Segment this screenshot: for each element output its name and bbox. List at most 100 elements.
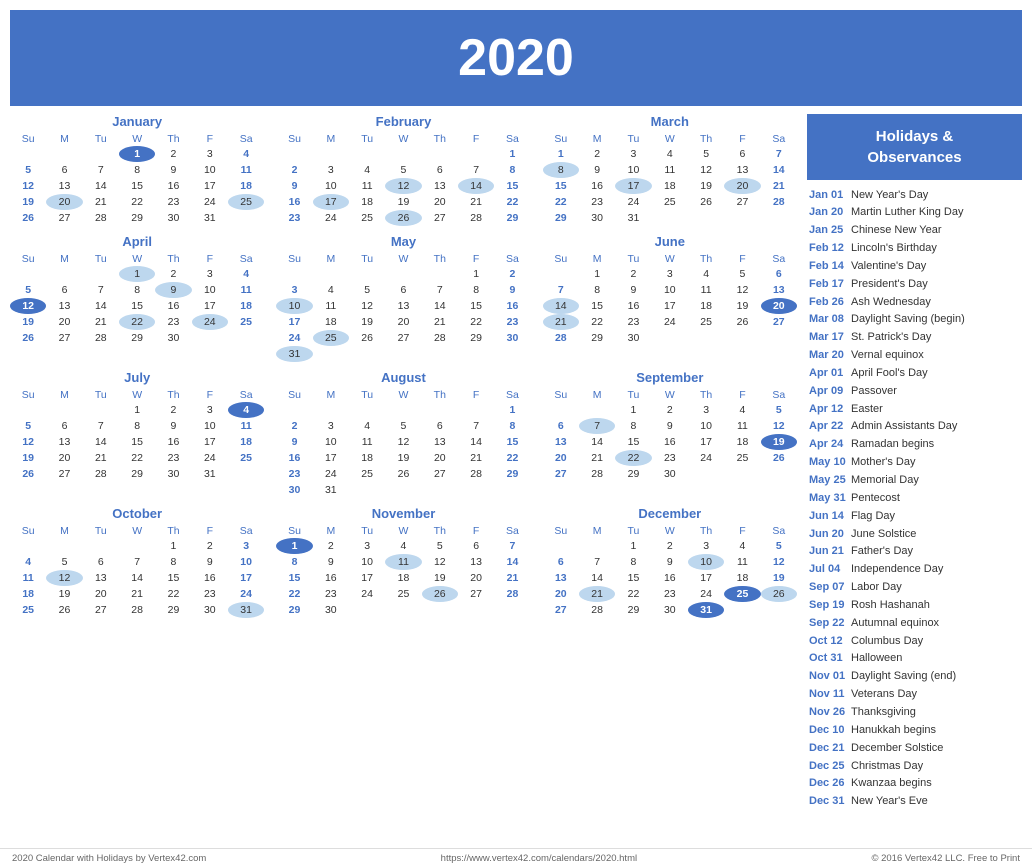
- day-header-f: F: [192, 388, 228, 402]
- day-header-tu: Tu: [83, 132, 119, 146]
- calendar-day: 27: [761, 314, 797, 330]
- day-header-th: Th: [155, 252, 191, 266]
- month-title-january: January: [10, 114, 264, 129]
- calendar-day: 21: [579, 586, 615, 602]
- holiday-date: May 10: [809, 455, 847, 470]
- year-header: 2020: [10, 10, 1022, 106]
- calendar-day: 2: [494, 266, 530, 282]
- holiday-date: Jun 21: [809, 544, 847, 559]
- holiday-item: Jan 20Martin Luther King Day: [807, 204, 1022, 222]
- calendar-day: 16: [652, 570, 688, 586]
- calendar-day: 25: [228, 450, 264, 466]
- day-header-su: Su: [543, 252, 579, 266]
- holiday-date: Dec 31: [809, 794, 847, 809]
- calendar-day: 3: [313, 162, 349, 178]
- calendar-day: [10, 146, 46, 162]
- calendar-day: 5: [688, 146, 724, 162]
- calendar-day: 25: [688, 314, 724, 330]
- calendar-section: January SuMTuWThFSa1234567891011121314151…: [10, 106, 807, 844]
- calendar-day: 6: [422, 162, 458, 178]
- calendar-day: [276, 146, 312, 162]
- calendar-day: 23: [615, 314, 651, 330]
- calendar-day: 31: [192, 210, 228, 226]
- holiday-item: Nov 01Daylight Saving (end): [807, 668, 1022, 686]
- calendar-day: 17: [688, 434, 724, 450]
- holiday-name: Halloween: [851, 651, 902, 666]
- calendar-day: [688, 330, 724, 346]
- calendar-day: 26: [761, 586, 797, 602]
- calendar-day: 31: [313, 482, 349, 498]
- calendar-day: 22: [543, 194, 579, 210]
- calendar-day: 24: [652, 314, 688, 330]
- calendar-day: 15: [458, 298, 494, 314]
- calendar-day: 21: [83, 314, 119, 330]
- calendar-day: 30: [652, 466, 688, 482]
- calendar-day: [313, 146, 349, 162]
- calendar-day: [83, 538, 119, 554]
- holiday-name: Veterans Day: [851, 687, 917, 702]
- calendar-day: 7: [579, 418, 615, 434]
- calendar-day: 21: [543, 314, 579, 330]
- calendar-day: 27: [458, 586, 494, 602]
- calendar-day: 28: [422, 330, 458, 346]
- calendar-day: 18: [228, 298, 264, 314]
- day-header-th: Th: [155, 388, 191, 402]
- calendar-day: [761, 330, 797, 346]
- calendar-day: 28: [458, 466, 494, 482]
- holidays-header: Holidays &Observances: [807, 114, 1022, 180]
- calendar-day: 15: [494, 178, 530, 194]
- calendar-day: 9: [276, 178, 312, 194]
- calendar-day: 24: [228, 586, 264, 602]
- calendar-day: 12: [46, 570, 82, 586]
- calendar-day: 6: [458, 538, 494, 554]
- calendar-day: 11: [349, 434, 385, 450]
- calendar-day: [46, 538, 82, 554]
- holiday-name: Ash Wednesday: [851, 295, 931, 310]
- holiday-date: Sep 22: [809, 616, 847, 631]
- holiday-name: Thanksgiving: [851, 705, 916, 720]
- calendar-day: 24: [192, 314, 228, 330]
- calendar-day: 17: [313, 450, 349, 466]
- calendar-day: 4: [10, 554, 46, 570]
- calendar-day: 13: [46, 178, 82, 194]
- holiday-date: Apr 22: [809, 419, 847, 434]
- holiday-name: New Year's Eve: [851, 794, 928, 809]
- calendar-day: 7: [422, 282, 458, 298]
- calendar-day: 27: [83, 602, 119, 618]
- calendar-day: 13: [458, 554, 494, 570]
- calendar-day: 26: [10, 466, 46, 482]
- holiday-item: Mar 08Daylight Saving (begin): [807, 311, 1022, 329]
- day-header-tu: Tu: [615, 388, 651, 402]
- calendar-day: [579, 538, 615, 554]
- calendar-day: [579, 402, 615, 418]
- calendar-day: [46, 402, 82, 418]
- holiday-item: Apr 24Ramadan begins: [807, 436, 1022, 454]
- holiday-item: Jan 01New Year's Day: [807, 186, 1022, 204]
- month-title-august: August: [276, 370, 530, 385]
- day-header-sa: Sa: [761, 524, 797, 538]
- calendar-day: 31: [615, 210, 651, 226]
- calendar-day: 31: [276, 346, 312, 362]
- day-header-w: W: [652, 132, 688, 146]
- calendar-day: 11: [228, 282, 264, 298]
- month-title-may: May: [276, 234, 530, 249]
- calendar-day: 29: [494, 466, 530, 482]
- calendar-day: 27: [543, 466, 579, 482]
- day-header-w: W: [385, 524, 421, 538]
- calendar-day: 13: [543, 434, 579, 450]
- calendar-day: 1: [119, 146, 155, 162]
- calendar-day: 19: [10, 194, 46, 210]
- calendar-day: 6: [543, 554, 579, 570]
- calendar-table-october: SuMTuWThFSa12345678910111213141516171819…: [10, 524, 264, 618]
- calendar-day: 25: [228, 314, 264, 330]
- footer-center: https://www.vertex42.com/calendars/2020.…: [441, 853, 637, 864]
- calendar-day: [228, 330, 264, 346]
- calendar-day: 1: [579, 266, 615, 282]
- holiday-item: Dec 26Kwanzaa begins: [807, 775, 1022, 793]
- day-header-th: Th: [422, 132, 458, 146]
- holiday-item: Oct 31Halloween: [807, 650, 1022, 668]
- calendar-day: 5: [422, 538, 458, 554]
- calendar-day: 3: [688, 538, 724, 554]
- month-title-july: July: [10, 370, 264, 385]
- month-may: MaySuMTuWThFSa12345678910111213141516171…: [276, 234, 530, 362]
